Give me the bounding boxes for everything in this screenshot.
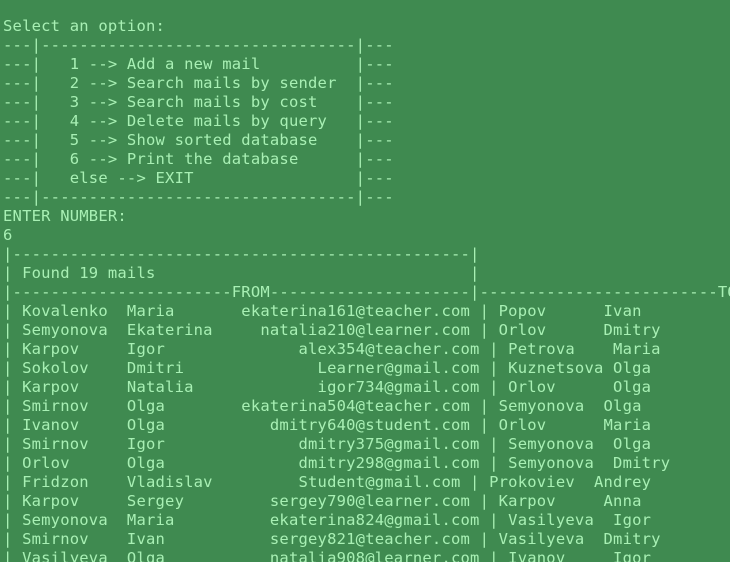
menu-option: ---| 2 --> Search mails by sender |--- xyxy=(3,74,394,92)
menu-option: ---| 1 --> Add a new mail |--- xyxy=(3,55,394,73)
user-input: 6 xyxy=(3,226,13,244)
table-row: | Karpov Sergey sergey790@learner.com | … xyxy=(3,492,642,510)
table-row: | Karpov Igor alex354@teacher.com | Petr… xyxy=(3,340,661,358)
table-row: | Semyonova Ekaterina natalia210@learner… xyxy=(3,321,661,339)
table-row: | Smirnov Igor dmitry375@gmail.com | Sem… xyxy=(3,435,652,453)
table-row: | Smirnov Olga ekaterina504@teacher.com … xyxy=(3,397,642,415)
table-row: | Sokolov Dmitri Learner@gmail.com | Kuz… xyxy=(3,359,652,377)
menu-border: ---|---------------------------------|--… xyxy=(3,36,394,54)
menu-option: ---| 5 --> Show sorted database |--- xyxy=(3,131,394,149)
table-border: |---------------------------------------… xyxy=(3,245,480,263)
result-count: | Found 19 mails | xyxy=(3,264,480,282)
table-row: | Ivanov Olga dmitry640@student.com | Or… xyxy=(3,416,652,434)
input-prompt: ENTER NUMBER: xyxy=(3,207,127,225)
table-row: | Smirnov Ivan sergey821@teacher.com | V… xyxy=(3,530,661,548)
terminal-window[interactable]: Select an option: ---|------------------… xyxy=(0,0,730,562)
menu-option: ---| 6 --> Print the database |--- xyxy=(3,150,394,168)
table-row: | Orlov Olga dmitry298@gmail.com | Semyo… xyxy=(3,454,671,472)
table-header: |-----------------------FROM------------… xyxy=(3,283,730,301)
table-row: | Kovalenko Maria ekaterina161@teacher.c… xyxy=(3,302,642,320)
menu-option: ---| else --> EXIT |--- xyxy=(3,169,394,187)
menu-border: ---|---------------------------------|--… xyxy=(3,188,394,206)
menu-option: ---| 3 --> Search mails by cost |--- xyxy=(3,93,394,111)
table-row: | Karpov Natalia igor734@gmail.com | Orl… xyxy=(3,378,652,396)
table-row: | Fridzon Vladislav Student@gmail.com | … xyxy=(3,473,652,491)
table-row: | Semyonova Maria ekaterina824@gmail.com… xyxy=(3,511,652,529)
menu-option: ---| 4 --> Delete mails by query |--- xyxy=(3,112,394,130)
prompt-line: Select an option: xyxy=(3,17,166,35)
table-row: | Vasilyeva Olga natalia908@learner.com … xyxy=(3,549,652,562)
